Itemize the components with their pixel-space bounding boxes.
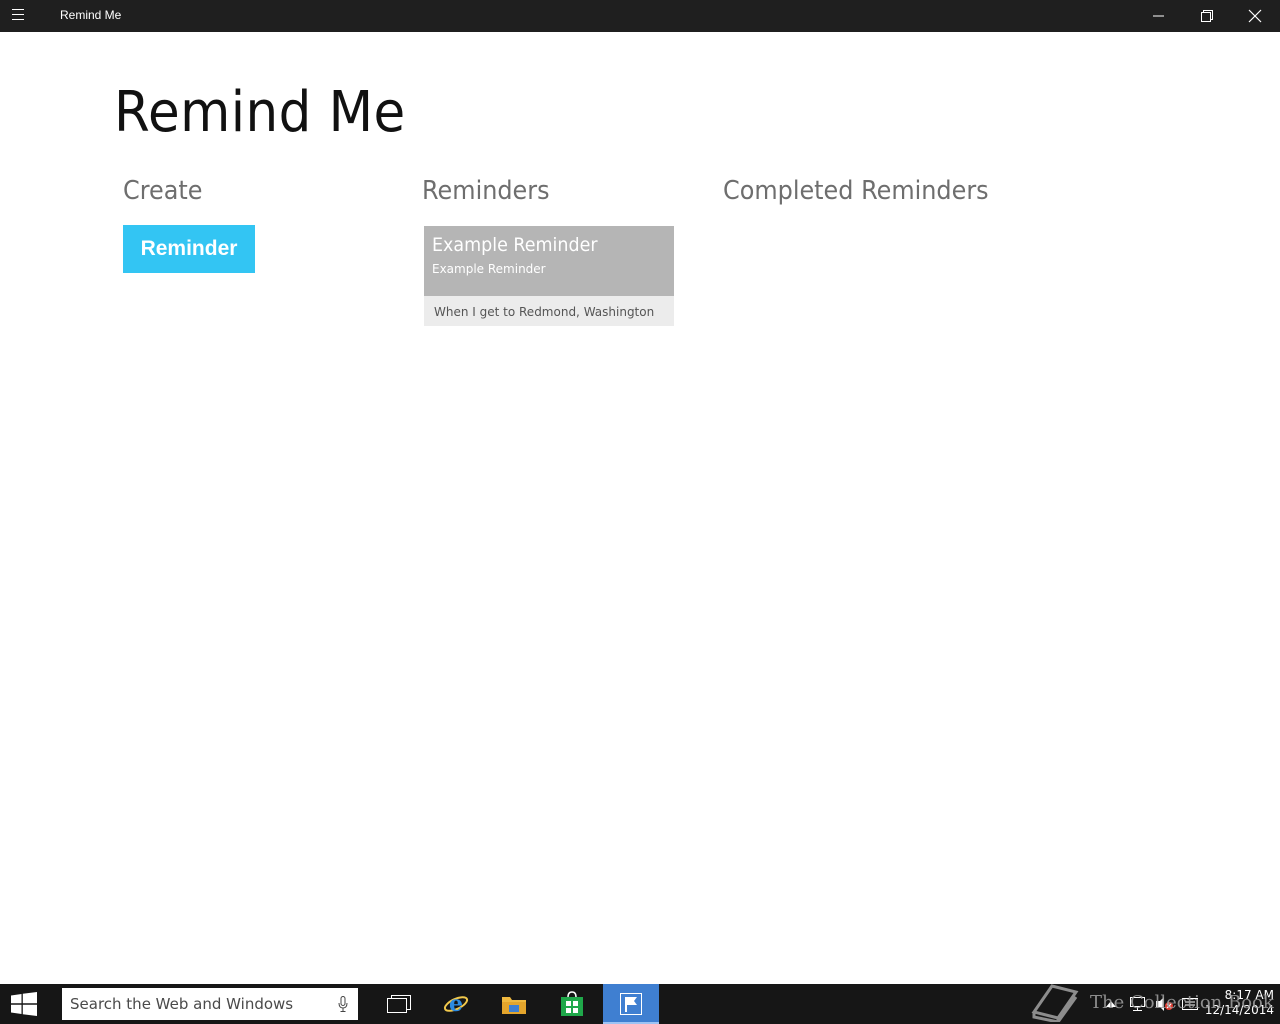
close-icon xyxy=(1248,9,1262,23)
remind-me-app-button[interactable] xyxy=(603,984,659,1024)
section-heading-reminders: Reminders xyxy=(422,176,550,206)
book-icon xyxy=(1031,984,1079,1022)
reminder-trigger: When I get to Redmond, Washington xyxy=(424,296,674,326)
start-button[interactable] xyxy=(0,984,48,1024)
remind-me-app-icon xyxy=(620,993,642,1015)
title-bar: Remind Me xyxy=(0,0,1280,32)
window-title: Remind Me xyxy=(60,8,122,22)
task-view-icon xyxy=(387,995,411,1013)
minimize-icon xyxy=(1153,15,1164,17)
store-button[interactable] xyxy=(544,984,600,1024)
create-reminder-button[interactable]: Reminder xyxy=(123,225,255,273)
section-heading-create: Create xyxy=(123,176,203,206)
reminder-card-header: Example Reminder Example Reminder xyxy=(424,226,674,296)
internet-explorer-button[interactable]: e xyxy=(428,984,484,1024)
restore-icon xyxy=(1201,10,1213,22)
minimize-button[interactable] xyxy=(1136,0,1182,32)
hamburger-menu-icon[interactable] xyxy=(12,9,36,23)
reminder-subtitle: Example Reminder xyxy=(432,262,546,276)
watermark: The Collection Book xyxy=(1030,982,1274,1022)
svg-text:e: e xyxy=(449,991,463,1017)
search-input[interactable] xyxy=(70,995,325,1013)
page-title: Remind Me xyxy=(114,80,406,145)
reminder-title: Example Reminder xyxy=(432,234,598,256)
section-heading-completed-reminders: Completed Reminders xyxy=(723,176,989,206)
restore-button[interactable] xyxy=(1184,0,1230,32)
task-view-button[interactable] xyxy=(371,984,427,1024)
watermark-text: The Collection Book xyxy=(1090,991,1274,1013)
windows-logo-icon xyxy=(11,992,37,1016)
taskbar-search-box[interactable] xyxy=(62,988,358,1020)
microphone-icon[interactable] xyxy=(338,996,348,1012)
file-explorer-icon xyxy=(502,997,526,1014)
store-icon xyxy=(561,991,583,1016)
close-button[interactable] xyxy=(1232,0,1278,32)
internet-explorer-icon: e xyxy=(443,991,469,1017)
file-explorer-button[interactable] xyxy=(486,984,542,1024)
reminder-card[interactable]: Example Reminder Example Reminder When I… xyxy=(424,226,674,326)
